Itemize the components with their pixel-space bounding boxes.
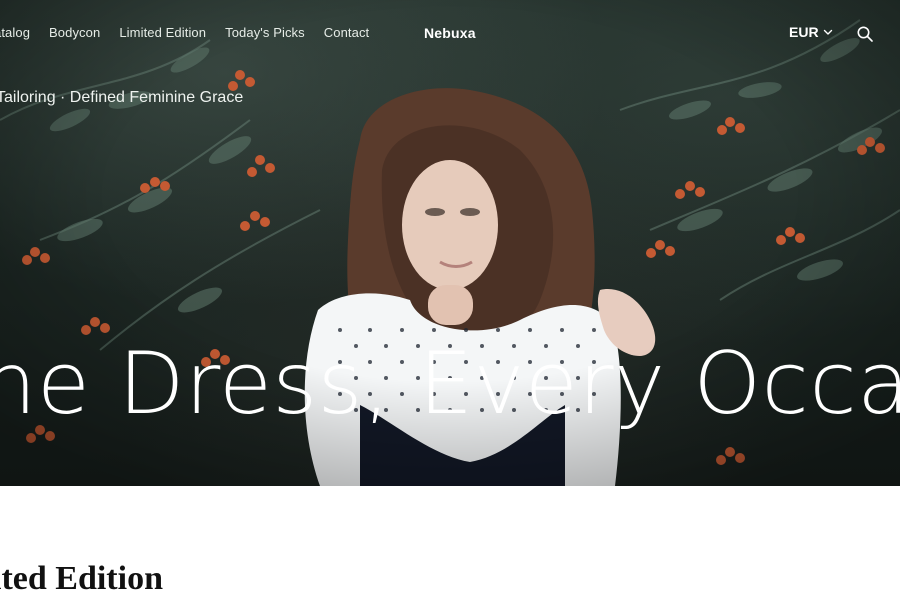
currency-label: EUR	[789, 24, 819, 40]
brand-logo[interactable]: Nebuxa	[424, 25, 476, 41]
nav-link-bodycon[interactable]: Bodycon	[49, 25, 100, 40]
section-title: ited Edition	[0, 560, 163, 598]
storefront-page: atalog Bodycon Limited Edition Today's P…	[0, 0, 900, 600]
nav-links: atalog Bodycon Limited Edition Today's P…	[0, 25, 369, 40]
top-navigation: atalog Bodycon Limited Edition Today's P…	[0, 22, 900, 46]
chevron-down-icon	[823, 27, 833, 37]
hero-headline: ne Dress, Every Occasio	[0, 334, 900, 434]
nav-link-todays-picks[interactable]: Today's Picks	[225, 25, 305, 40]
nav-link-catalog[interactable]: atalog	[0, 25, 30, 40]
search-icon	[857, 26, 873, 42]
nav-link-contact[interactable]: Contact	[324, 25, 370, 40]
currency-selector[interactable]: EUR	[789, 24, 833, 40]
nav-link-limited-edition[interactable]: Limited Edition	[119, 25, 206, 40]
search-button[interactable]	[856, 25, 874, 43]
hero-tagline: Tailoring · Defined Feminine Grace	[0, 89, 244, 106]
hero-banner: atalog Bodycon Limited Edition Today's P…	[0, 0, 900, 486]
